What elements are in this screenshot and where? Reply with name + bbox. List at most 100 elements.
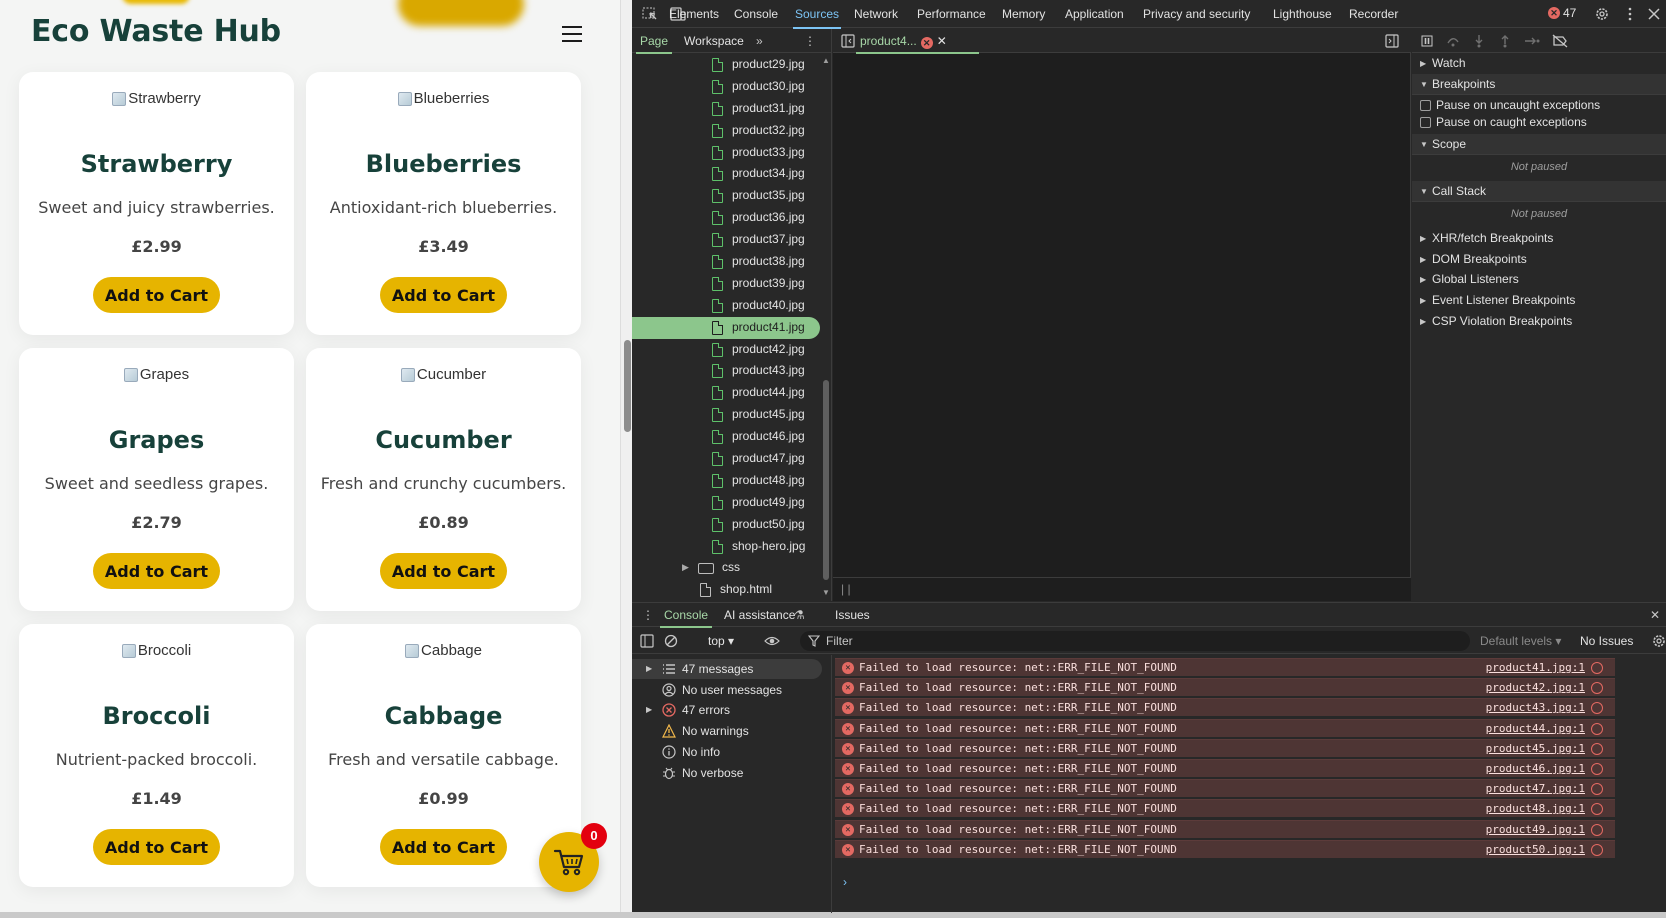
- file-tree-item[interactable]: product30.jpg: [632, 76, 820, 98]
- tab-page[interactable]: Page: [635, 34, 673, 54]
- console-sidebar-item[interactable]: No verbose: [632, 763, 822, 783]
- file-tree-item[interactable]: product40.jpg: [632, 295, 820, 317]
- clear-console-icon[interactable]: [664, 634, 678, 648]
- network-request-icon[interactable]: [1591, 803, 1603, 816]
- close-tab-icon[interactable]: ✕: [937, 34, 947, 48]
- console-source-link[interactable]: product44.jpg:1: [1486, 720, 1585, 738]
- log-levels-select[interactable]: Default levels ▾: [1480, 634, 1561, 648]
- console-sidebar-item[interactable]: ▶ 47 errors: [632, 700, 822, 720]
- console-error-message[interactable]: ✕ Failed to load resource: net::ERR_FILE_…: [835, 678, 1615, 697]
- broken-image[interactable]: Grapes: [19, 366, 294, 383]
- issues-counter[interactable]: No Issues: [1580, 634, 1633, 648]
- file-tree-item[interactable]: product49.jpg: [632, 492, 820, 514]
- console-source-link[interactable]: product42.jpg:1: [1486, 679, 1585, 697]
- console-source-link[interactable]: product41.jpg:1: [1486, 659, 1585, 677]
- devtools-tab-memory[interactable]: Memory: [1002, 7, 1045, 21]
- tab-console[interactable]: Console: [659, 608, 713, 628]
- network-request-icon[interactable]: [1591, 742, 1603, 755]
- scope-section[interactable]: ▼ Scope: [1412, 134, 1666, 155]
- console-source-link[interactable]: product50.jpg:1: [1486, 841, 1585, 859]
- pause-icon[interactable]: [1420, 34, 1434, 48]
- network-request-icon[interactable]: [1591, 662, 1603, 674]
- file-tree-item[interactable]: product44.jpg: [632, 382, 820, 404]
- toggle-navigator-icon[interactable]: [841, 34, 855, 48]
- add-to-cart-button[interactable]: Add to Cart: [380, 829, 507, 865]
- network-request-icon[interactable]: [1591, 682, 1603, 695]
- file-tree-item[interactable]: product39.jpg: [632, 273, 820, 295]
- file-tree-item[interactable]: product50.jpg: [632, 514, 820, 536]
- site-scrollbar[interactable]: [620, 0, 632, 912]
- console-source-link[interactable]: product49.jpg:1: [1486, 821, 1585, 839]
- close-devtools-icon[interactable]: [1646, 7, 1662, 21]
- network-request-icon[interactable]: [1591, 763, 1603, 775]
- add-to-cart-button[interactable]: Add to Cart: [93, 553, 220, 589]
- context-select[interactable]: top ▾: [708, 634, 734, 648]
- file-tree-item[interactable]: product33.jpg: [632, 142, 820, 164]
- tab-issues[interactable]: Issues: [835, 608, 870, 622]
- broken-image[interactable]: Strawberry: [19, 90, 294, 107]
- file-tree-item[interactable]: product34.jpg: [632, 163, 820, 185]
- file-tree-item[interactable]: product43.jpg: [632, 360, 820, 382]
- broken-image[interactable]: Blueberries: [306, 90, 581, 107]
- folder-item-css[interactable]: ▶ css: [632, 557, 820, 579]
- file-tree-item[interactable]: shop-hero.jpg: [632, 536, 820, 558]
- settings-gear-icon[interactable]: [1594, 7, 1610, 21]
- call-stack-section[interactable]: ▼ Call Stack: [1412, 181, 1666, 202]
- file-tree-item[interactable]: product35.jpg: [632, 185, 820, 207]
- live-expression-eye-icon[interactable]: [764, 634, 780, 648]
- add-to-cart-button[interactable]: Add to Cart: [380, 553, 507, 589]
- console-error-message[interactable]: ✕ Failed to load resource: net::ERR_FILE_…: [835, 839, 1615, 859]
- step-icon[interactable]: [1524, 34, 1540, 48]
- devtools-tab-performance[interactable]: Performance: [917, 7, 986, 21]
- console-error-message[interactable]: ✕ Failed to load resource: net::ERR_FILE_…: [835, 819, 1615, 839]
- console-sidebar-item[interactable]: ▶ 47 messages: [632, 659, 822, 679]
- devtools-tab-application[interactable]: Application: [1065, 7, 1124, 21]
- console-sidebar-item[interactable]: No user messages: [632, 680, 822, 700]
- drawer-menu-icon[interactable]: ⋮: [642, 608, 654, 622]
- console-source-link[interactable]: product43.jpg:1: [1486, 699, 1585, 717]
- format-code-icon[interactable]: | |: [841, 582, 851, 596]
- scroll-up-icon[interactable]: ▲: [822, 56, 830, 65]
- more-options-icon[interactable]: [1622, 7, 1638, 21]
- devtools-tab-console[interactable]: Console: [734, 7, 778, 21]
- file-tree-item[interactable]: product46.jpg: [632, 426, 820, 448]
- devtools-tab-elements[interactable]: Elements: [669, 7, 719, 21]
- console-settings-gear-icon[interactable]: [1652, 634, 1666, 648]
- step-over-icon[interactable]: [1446, 34, 1460, 48]
- editor-file-tab[interactable]: product4... ✕ ✕: [856, 34, 979, 54]
- breakpoints-section[interactable]: ▼ Breakpoints: [1412, 74, 1666, 95]
- console-prompt[interactable]: ›: [843, 875, 847, 889]
- hamburger-menu-icon[interactable]: [562, 24, 582, 42]
- site-scrollbar-thumb[interactable]: [624, 340, 631, 432]
- devtools-tab-network[interactable]: Network: [854, 7, 898, 21]
- debugger-section[interactable]: ▶ DOM Breakpoints: [1412, 249, 1666, 270]
- debugger-section[interactable]: ▶ CSP Violation Breakpoints: [1412, 311, 1666, 332]
- file-tree-item[interactable]: product45.jpg: [632, 404, 820, 426]
- debugger-section[interactable]: ▶ XHR/fetch Breakpoints: [1412, 228, 1666, 249]
- file-tree-item[interactable]: product47.jpg: [632, 448, 820, 470]
- console-sidebar-item[interactable]: No info: [632, 742, 822, 762]
- step-out-icon[interactable]: [1498, 34, 1512, 48]
- deactivate-breakpoints-icon[interactable]: [1552, 34, 1568, 48]
- console-error-message[interactable]: ✕ Failed to load resource: net::ERR_FILE_…: [835, 799, 1615, 818]
- navigator-menu-icon[interactable]: ⋮: [804, 34, 816, 48]
- console-sidebar-toggle-icon[interactable]: [640, 634, 654, 648]
- file-tree-item[interactable]: product42.jpg: [632, 339, 820, 361]
- console-source-link[interactable]: product48.jpg:1: [1486, 800, 1585, 818]
- tab-ai-assistance[interactable]: AI assistance: [724, 608, 795, 622]
- file-tree-item[interactable]: product32.jpg: [632, 120, 820, 142]
- console-error-message[interactable]: ✕ Failed to load resource: net::ERR_FILE_…: [835, 738, 1615, 758]
- tab-workspace[interactable]: Workspace: [684, 34, 744, 48]
- network-request-icon[interactable]: [1591, 823, 1603, 836]
- console-error-message[interactable]: ✕ Failed to load resource: net::ERR_FILE_…: [835, 718, 1615, 738]
- network-request-icon[interactable]: [1591, 702, 1603, 715]
- network-request-icon[interactable]: [1591, 783, 1603, 796]
- network-request-icon[interactable]: [1591, 722, 1603, 735]
- scroll-down-icon[interactable]: ▼: [822, 588, 830, 597]
- watch-section[interactable]: ▶ Watch: [1412, 53, 1666, 74]
- console-sidebar-item[interactable]: No warnings: [632, 721, 822, 741]
- console-source-link[interactable]: product45.jpg:1: [1486, 740, 1585, 758]
- file-tree-item[interactable]: product41.jpg: [632, 316, 820, 339]
- file-tree-item-html[interactable]: shop.html: [632, 579, 820, 600]
- file-tree-item[interactable]: product48.jpg: [632, 470, 820, 492]
